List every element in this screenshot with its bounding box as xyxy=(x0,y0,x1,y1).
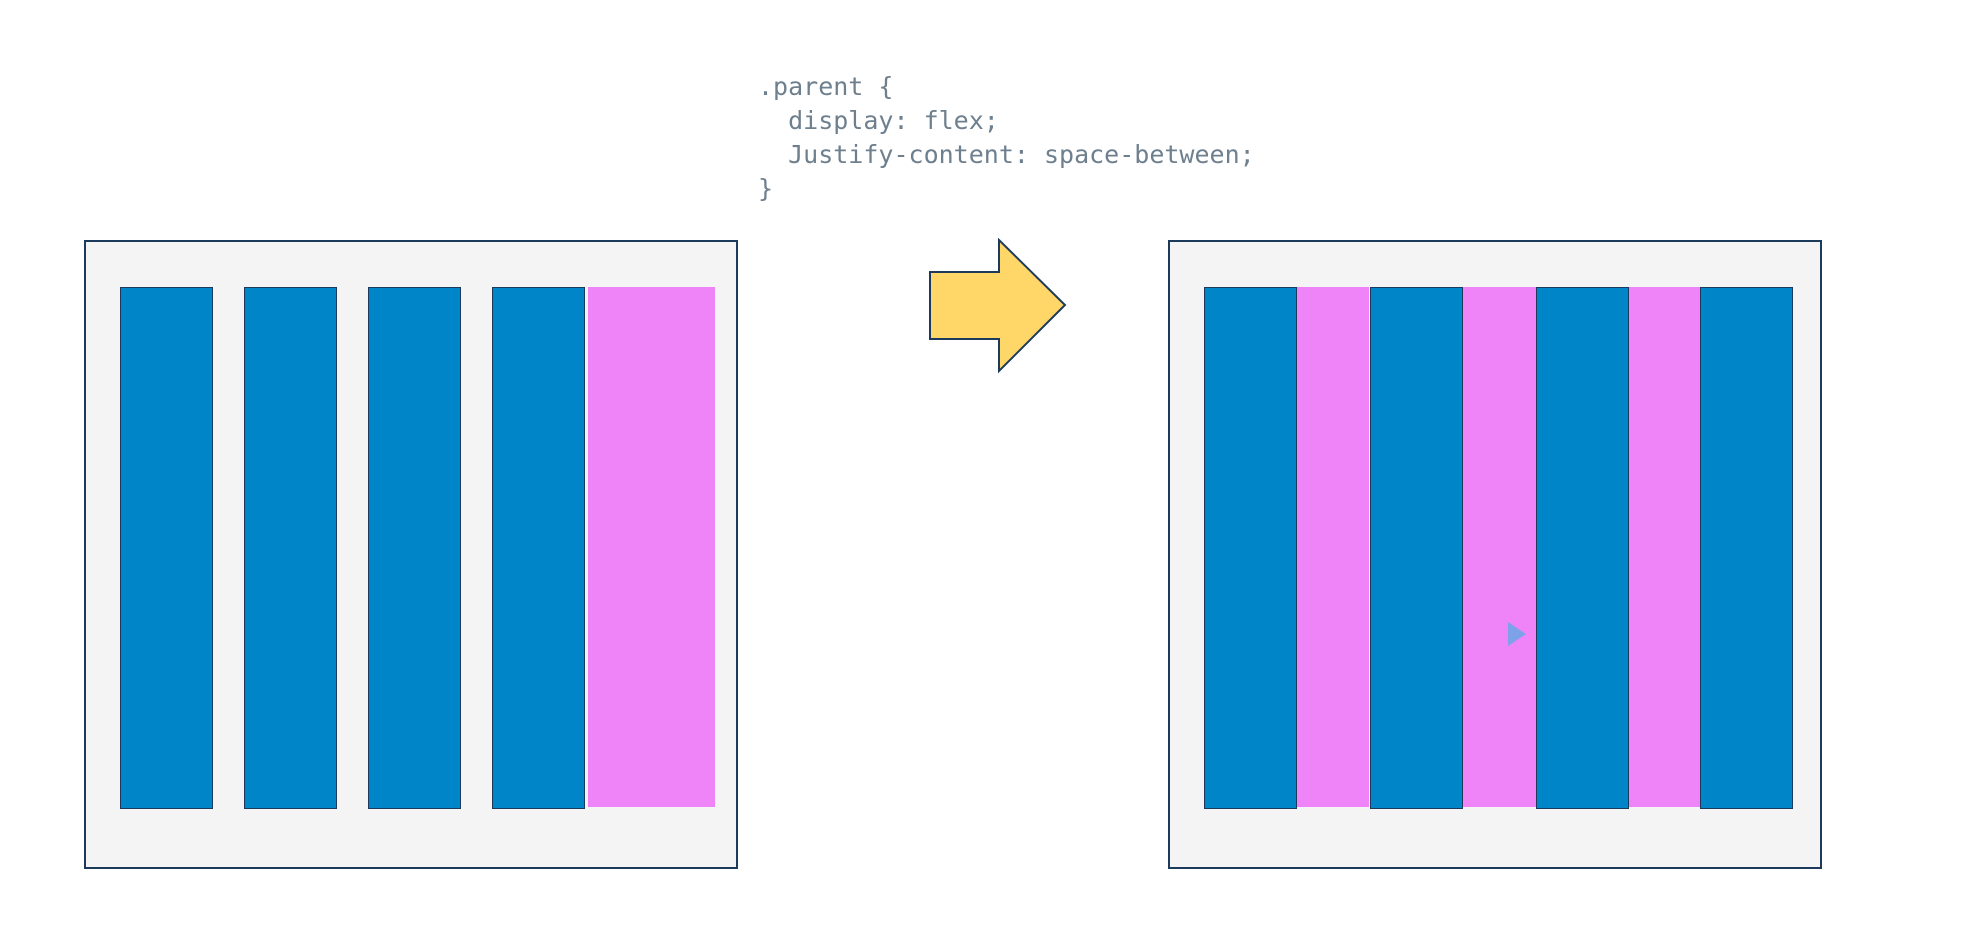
flex-item-4 xyxy=(492,287,585,809)
code-line-justify-content: Justify-content: space-between; xyxy=(758,140,1255,169)
free-space-gap-2 xyxy=(1463,287,1536,807)
flex-item-1 xyxy=(1204,287,1297,809)
code-line-closing-brace: } xyxy=(758,174,774,203)
before-flex-container xyxy=(84,240,738,869)
right-arrow-icon xyxy=(929,238,1067,374)
flex-item-3 xyxy=(368,287,461,809)
free-space-gap-1 xyxy=(1297,287,1369,807)
pointer-cursor-icon xyxy=(1508,622,1526,646)
flex-item-4 xyxy=(1700,287,1793,809)
flex-item-2 xyxy=(244,287,337,809)
code-line-selector: .parent { xyxy=(758,72,894,101)
css-code-snippet: .parent { display: flex; Justify-content… xyxy=(758,70,1255,206)
flex-item-3 xyxy=(1536,287,1629,809)
code-line-display: display: flex; xyxy=(758,106,999,135)
flex-item-1 xyxy=(120,287,213,809)
after-flex-container xyxy=(1168,240,1822,869)
free-space-remaining xyxy=(588,287,715,807)
free-space-gap-3 xyxy=(1629,287,1700,807)
flex-item-2 xyxy=(1370,287,1463,809)
